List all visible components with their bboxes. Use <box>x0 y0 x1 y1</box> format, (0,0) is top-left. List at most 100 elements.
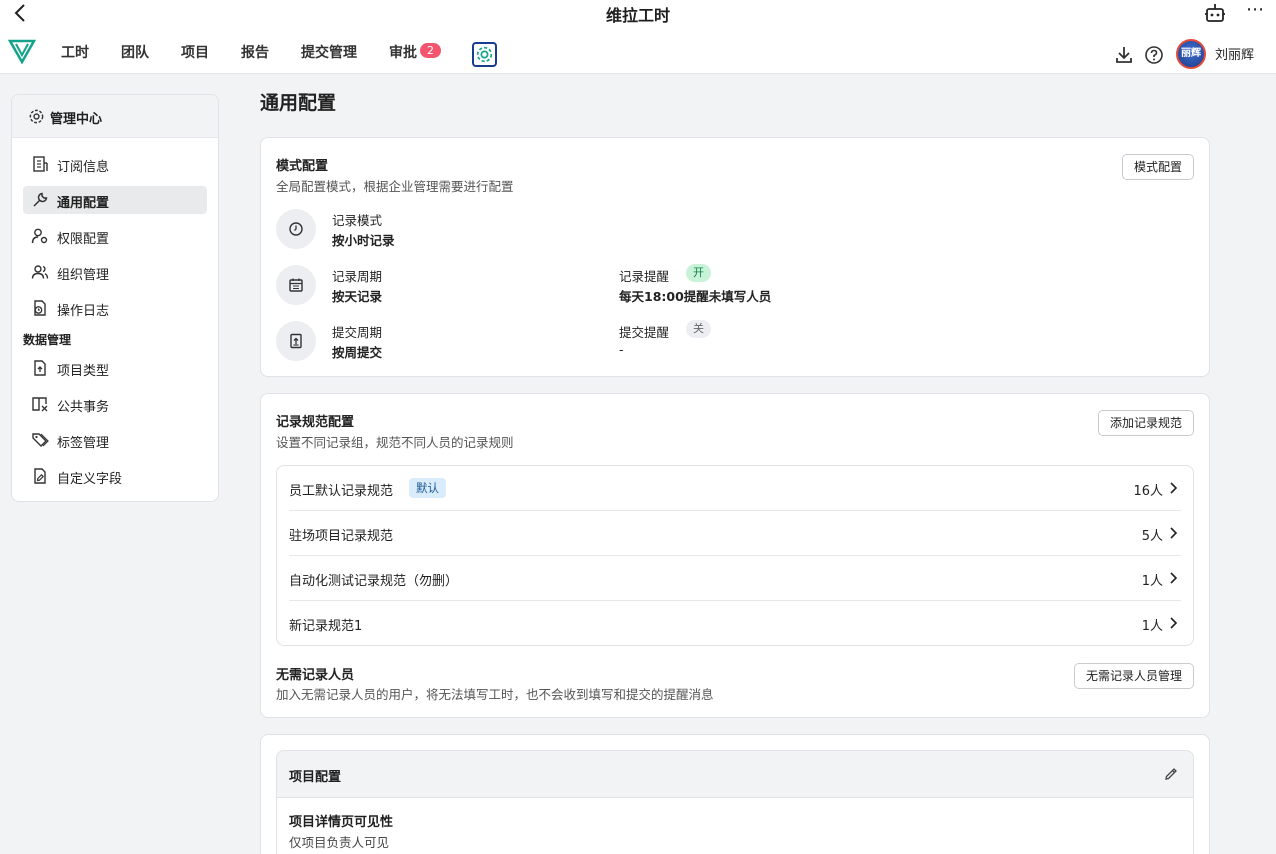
stopwatch-icon <box>289 222 303 236</box>
settings-button[interactable] <box>472 42 497 67</box>
nav-item-team[interactable]: 团队 <box>121 42 149 62</box>
wrench-icon <box>33 192 48 207</box>
tags-icon <box>32 433 49 447</box>
visibility-label: 项目详情页可见性 <box>289 815 394 830</box>
nav-item-report[interactable]: 报告 <box>241 42 269 62</box>
sidebar-item-operation-log[interactable]: 操作日志 <box>23 294 207 322</box>
pencil-icon[interactable] <box>1163 766 1179 782</box>
gear-icon <box>476 46 493 63</box>
sidebar-item-public-affairs[interactable]: 公共事务 <box>23 390 207 418</box>
record-rule-card: 记录规范配置 设置不同记录组，规范不同人员的记录规则 添加记录规范 员工默认记录… <box>260 393 1210 718</box>
user-settings-icon <box>31 228 48 244</box>
record-cycle-row: 记录周期 按天记录 记录提醒 开 每天18:00提醒未填写人员 <box>276 264 1176 305</box>
sidebar-header: 管理中心 <box>12 95 218 138</box>
submit-cycle-label: 提交周期 <box>332 325 383 340</box>
submit-cycle-row: 提交周期 按周提交 提交提醒 关 - <box>276 320 1176 361</box>
record-mode-row: 记录模式 按小时记录 <box>276 209 1176 249</box>
exempt-title: 无需记录人员 <box>276 668 355 683</box>
submit-cycle-value: 按周提交 <box>332 345 383 360</box>
title-bar: 维拉工时 ⋯ <box>0 0 1276 26</box>
nav-item-hours[interactable]: 工时 <box>61 42 89 62</box>
card-title: 模式配置 <box>276 159 329 174</box>
sidebar-group-label: 数据管理 <box>23 333 72 347</box>
nav-item-submission[interactable]: 提交管理 <box>301 42 357 62</box>
rule-name: 驻场项目记录规范 <box>289 529 394 544</box>
sidebar-title: 管理中心 <box>50 112 103 127</box>
sidebar-item-project-type[interactable]: 项目类型 <box>23 354 207 382</box>
list-item[interactable]: 员工默认记录规范 默认 16人 <box>289 466 1181 511</box>
download-icon[interactable] <box>1114 45 1134 65</box>
page-title: 通用配置 <box>260 92 337 114</box>
record-reminder-label: 记录提醒 <box>619 269 670 284</box>
member-count: 16人 <box>1133 484 1163 499</box>
chevron-right-icon <box>1170 482 1178 494</box>
card-title: 项目配置 <box>289 770 342 785</box>
sidebar-item-tags[interactable]: 标签管理 <box>23 426 207 454</box>
exempt-manage-button[interactable]: 无需记录人员管理 <box>1074 663 1195 689</box>
project-visibility-section: 项目详情页可见性 仅项目负责人可见 <box>276 797 1194 854</box>
list-item[interactable]: 新记录规范1 1人 <box>289 601 1181 646</box>
list-item[interactable]: 自动化测试记录规范（勿删） 1人 <box>289 556 1181 601</box>
sidebar-item-label: 公共事务 <box>57 400 110 415</box>
book-icon <box>32 397 48 412</box>
file-edit-icon <box>34 468 46 484</box>
rule-name: 自动化测试记录规范（勿删） <box>289 574 459 589</box>
sidebar-item-label: 组织管理 <box>57 268 110 283</box>
help-icon[interactable] <box>1144 45 1164 65</box>
chevron-right-icon <box>1170 527 1178 539</box>
exempt-description: 加入无需记录人员的用户，将无法填写工时，也不会收到填写和提交的提醒消息 <box>276 687 714 702</box>
sidebar-item-label: 订阅信息 <box>57 160 110 175</box>
member-count: 5人 <box>1141 529 1163 544</box>
icon-circle <box>276 265 316 305</box>
sidebar-item-label: 自定义字段 <box>57 472 123 487</box>
chevron-right-icon <box>1170 572 1178 584</box>
robot-icon[interactable] <box>1204 2 1226 24</box>
building-icon <box>33 156 48 172</box>
card-description: 设置不同记录组，规范不同人员的记录规则 <box>276 435 514 450</box>
list-item[interactable]: 驻场项目记录规范 5人 <box>289 511 1181 556</box>
app-title: 维拉工时 <box>605 6 670 25</box>
gear-icon <box>29 109 44 124</box>
project-config-card: 项目配置 项目详情页可见性 仅项目负责人可见 <box>260 734 1210 854</box>
mode-config-card: 模式配置 全局配置模式，根据企业管理需要进行配置 模式配置 记录模式 按小时记录… <box>260 137 1210 377</box>
sidebar-item-subscription[interactable]: 订阅信息 <box>23 150 207 178</box>
sidebar-item-custom-fields[interactable]: 自定义字段 <box>23 462 207 490</box>
sidebar-item-permissions[interactable]: 权限配置 <box>23 222 207 250</box>
project-config-header: 项目配置 <box>276 750 1194 798</box>
rule-name: 员工默认记录规范 <box>289 484 394 499</box>
nav-item-project[interactable]: 项目 <box>181 42 209 62</box>
sidebar-item-label: 权限配置 <box>57 232 110 247</box>
rule-list: 员工默认记录规范 默认 16人 驻场项目记录规范 5人 自动化测试记录规范（勿删… <box>276 465 1194 646</box>
admin-sidebar: 管理中心 订阅信息 通用配置 权限配置 组织管理 操作日志 数据管理 项目类型 … <box>11 94 219 502</box>
rule-name: 新记录规范1 <box>289 619 363 634</box>
mode-config-button[interactable]: 模式配置 <box>1122 154 1195 180</box>
more-options-icon[interactable]: ⋯ <box>1244 1 1266 23</box>
record-mode-value: 按小时记录 <box>332 233 395 248</box>
file-upload-icon <box>34 360 46 376</box>
sidebar-item-label: 操作日志 <box>57 304 110 319</box>
member-count: 1人 <box>1141 574 1163 589</box>
nav-item-approval[interactable]: 审批 <box>389 42 417 62</box>
card-description: 全局配置模式，根据企业管理需要进行配置 <box>276 179 514 194</box>
submit-reminder-status-badge: 关 <box>686 320 711 338</box>
avatar[interactable]: 丽辉 <box>1176 39 1206 69</box>
record-mode-label: 记录模式 <box>332 213 383 228</box>
sidebar-item-general-config[interactable]: 通用配置 <box>23 186 207 214</box>
logo-icon <box>8 39 36 64</box>
sidebar-item-label: 标签管理 <box>57 436 110 451</box>
icon-circle <box>276 209 316 249</box>
top-nav: 工时 团队 项目 报告 提交管理 审批 2 丽辉 刘丽辉 <box>0 26 1276 74</box>
approval-count-badge: 2 <box>420 43 441 58</box>
file-clock-icon <box>34 300 46 316</box>
submit-reminder-value: - <box>619 342 624 357</box>
sidebar-item-organization[interactable]: 组织管理 <box>23 258 207 286</box>
users-icon <box>31 265 49 279</box>
record-reminder-value: 每天18:00提醒未填写人员 <box>619 289 772 304</box>
sidebar-item-label: 通用配置 <box>57 196 110 211</box>
icon-circle <box>276 321 316 361</box>
add-rule-button[interactable]: 添加记录规范 <box>1098 410 1195 436</box>
member-count: 1人 <box>1141 619 1163 634</box>
chevron-right-icon <box>1170 617 1178 629</box>
username[interactable]: 刘丽辉 <box>1215 44 1254 63</box>
card-title: 记录规范配置 <box>276 415 355 430</box>
